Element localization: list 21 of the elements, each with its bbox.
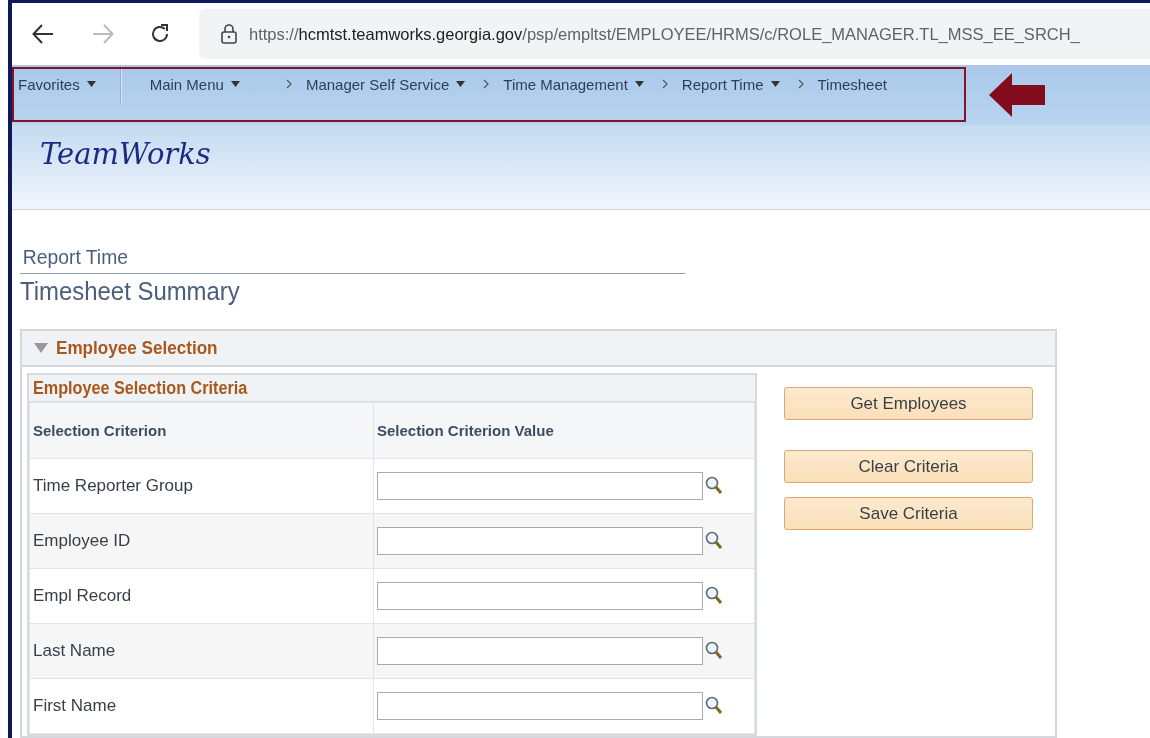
breadcrumb-link[interactable]: Time Management — [503, 75, 644, 93]
action-button[interactable]: Clear Criteria — [784, 450, 1033, 483]
grid-title: Employee Selection Criteria — [33, 377, 248, 400]
breadcrumb-link[interactable]: Manager Self Service — [305, 75, 466, 93]
breadcrumb-link[interactable]: Report Time — [681, 75, 780, 93]
action-button[interactable]: Get Employees — [784, 387, 1033, 420]
column-header: Selection Criterion — [29, 402, 374, 459]
criterion-label: Last Name — [29, 623, 374, 679]
page-title: Timesheet Summary — [20, 276, 240, 307]
criterion-label: Time Reporter Group — [29, 458, 374, 514]
favorites-menu[interactable]: Favorites — [18, 75, 96, 93]
section-title[interactable]: Employee Selection — [56, 337, 218, 359]
criterion-label: Empl Record — [29, 568, 374, 624]
teamworks-logo: TeamWorks — [40, 137, 211, 171]
breadcrumb-title: Report Time — [20, 245, 686, 274]
action-button[interactable]: Save Criteria — [784, 497, 1033, 530]
breadcrumb-link[interactable]: Timesheet — [817, 75, 887, 93]
breadcrumb-link[interactable]: Main Menu — [149, 75, 240, 93]
criterion-label: Employee ID — [29, 513, 374, 569]
column-header: Selection Criterion Value — [373, 402, 755, 459]
criterion-label: First Name — [29, 678, 374, 734]
